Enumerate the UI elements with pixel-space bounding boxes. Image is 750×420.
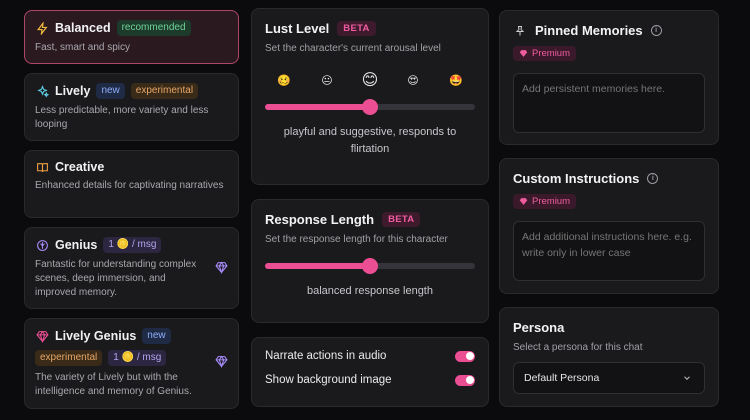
model-name: Lively — [55, 84, 91, 98]
gem-icon — [519, 198, 528, 205]
emoji-option[interactable]: 🥴 — [275, 74, 293, 87]
premium-badge: Premium — [513, 46, 577, 61]
model-name: Balanced — [55, 21, 111, 35]
info-icon[interactable]: i — [647, 173, 659, 184]
lust-level-panel: Lust Level BETA Set the character's curr… — [251, 8, 489, 185]
emoji-option[interactable]: 🤩 — [447, 74, 465, 87]
pin-icon — [513, 24, 527, 38]
model-card-lively-genius[interactable]: Lively Genius new experimental 1 🪙 / msg… — [24, 318, 239, 409]
cost-tag: 1 🪙 / msg — [108, 350, 167, 366]
premium-label: Premium — [532, 196, 571, 207]
slider-handle[interactable] — [362, 258, 378, 274]
experimental-tag: experimental — [130, 83, 199, 99]
premium-gem-icon — [215, 261, 228, 279]
persona-selected-value: Default Persona — [524, 372, 600, 384]
slider-handle[interactable] — [362, 99, 378, 115]
cost-tag: 1 🪙 / msg — [103, 237, 162, 253]
custom-instructions-title: Custom Instructions — [513, 171, 640, 186]
model-card-balanced[interactable]: Balanced recommended Fast, smart and spi… — [24, 10, 239, 64]
info-icon[interactable]: i — [650, 25, 662, 36]
model-description: Enhanced details for captivating narrati… — [35, 180, 224, 191]
gem-icon — [35, 329, 49, 343]
model-card-genius[interactable]: Genius 1 🪙 / msg Fantastic for understan… — [24, 227, 239, 309]
emoji-option[interactable]: 😍 — [404, 74, 422, 87]
response-length-slider[interactable] — [265, 258, 475, 274]
recommended-tag: recommended — [116, 20, 191, 36]
new-tag: new — [142, 328, 171, 344]
response-length-title: Response Length — [265, 212, 375, 227]
response-length-caption: balanced response length — [307, 285, 433, 297]
beta-badge: BETA — [382, 212, 421, 227]
brain-icon — [35, 238, 49, 252]
narrate-label: Narrate actions in audio — [265, 350, 387, 362]
persona-title: Persona — [513, 320, 565, 335]
chevron-down-icon — [680, 371, 694, 385]
new-tag: new — [96, 83, 125, 99]
model-description: The variety of Lively but with the intel… — [35, 372, 192, 397]
response-length-subtitle: Set the response length for this charact… — [265, 234, 448, 245]
persona-select[interactable]: Default Persona — [513, 362, 705, 394]
model-name: Lively Genius — [55, 329, 137, 343]
persona-subtitle: Select a persona for this chat — [513, 342, 643, 353]
model-card-creative[interactable]: Creative Enhanced details for captivatin… — [24, 150, 239, 218]
background-label: Show background image — [265, 374, 392, 386]
emoji-option-selected[interactable]: 😊 — [361, 70, 379, 90]
custom-instructions-input[interactable] — [513, 221, 705, 281]
toggles-panel: Narrate actions in audio Show background… — [251, 337, 489, 407]
lust-level-caption: playful and suggestive, responds to flir… — [283, 126, 457, 155]
premium-gem-icon — [215, 355, 228, 373]
pinned-memories-panel: Pinned Memories i Premium — [499, 10, 719, 145]
lust-emoji-row: 🥴 😐 😊 😍 🤩 — [275, 70, 465, 90]
narrate-toggle[interactable] — [455, 350, 475, 362]
slider-fill — [265, 104, 370, 110]
background-toggle[interactable] — [455, 374, 475, 386]
premium-badge: Premium — [513, 194, 577, 209]
model-card-lively[interactable]: Lively new experimental Less predictable… — [24, 73, 239, 141]
book-icon — [35, 160, 49, 174]
sparkles-icon — [35, 84, 49, 98]
model-name: Creative — [55, 160, 105, 174]
premium-label: Premium — [532, 48, 571, 59]
gem-icon — [519, 50, 528, 57]
emoji-option[interactable]: 😐 — [318, 74, 336, 87]
persona-panel: Persona Select a persona for this chat D… — [499, 307, 719, 407]
narrate-row: Narrate actions in audio — [265, 350, 475, 362]
custom-instructions-panel: Custom Instructions i Premium — [499, 158, 719, 294]
model-description: Fast, smart and spicy — [35, 42, 131, 53]
experimental-tag: experimental — [35, 350, 103, 366]
response-length-panel: Response Length BETA Set the response le… — [251, 199, 489, 323]
background-row: Show background image — [265, 374, 475, 386]
lust-level-title: Lust Level — [265, 21, 330, 36]
slider-fill — [265, 263, 370, 269]
pinned-memories-title: Pinned Memories — [535, 23, 643, 38]
lightning-icon — [35, 21, 49, 35]
model-description: Fantastic for understanding complex scen… — [35, 259, 197, 298]
beta-badge: BETA — [337, 21, 376, 36]
model-description: Less predictable, more variety and less … — [35, 105, 209, 130]
lust-level-subtitle: Set the character's current arousal leve… — [265, 43, 441, 54]
lust-level-slider[interactable] — [265, 99, 475, 115]
model-name: Genius — [55, 238, 98, 252]
pinned-memories-input[interactable] — [513, 73, 705, 133]
